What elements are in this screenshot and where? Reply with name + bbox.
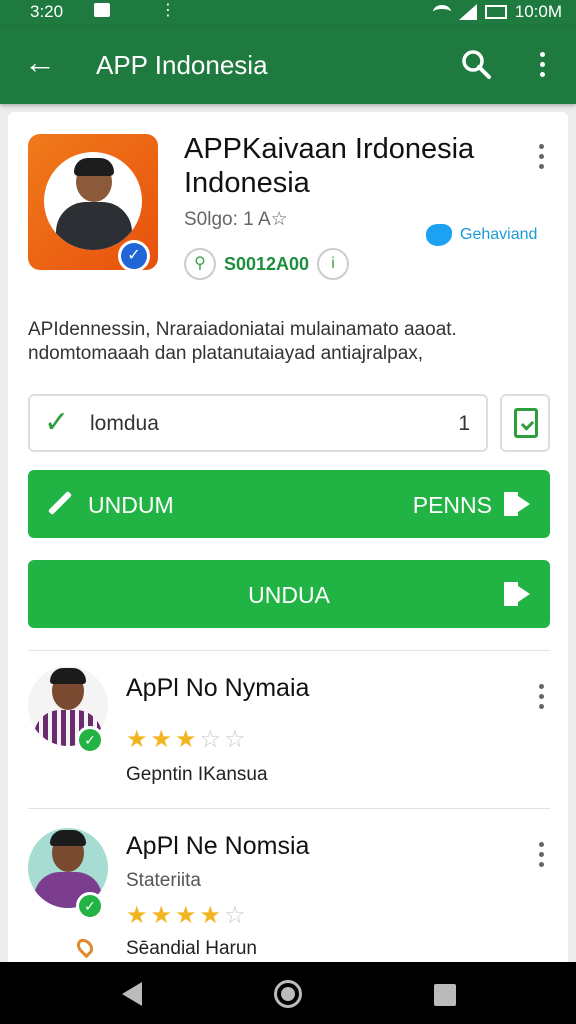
primary-button-label: UNDUM <box>88 492 174 518</box>
input-count: 1 <box>458 412 470 435</box>
app-title: APPKaivaan Irdonesia Indonesia <box>184 132 504 200</box>
item-more-icon[interactable] <box>534 838 548 868</box>
wifi-icon <box>432 5 451 19</box>
item-rating: ★ ★ ★ ★ ☆ <box>126 904 246 928</box>
app-bar: ← APP Indonesia <box>0 26 576 104</box>
signal-icon <box>458 4 477 20</box>
app-title-line1: APPKaivaan Irdonesia <box>184 133 475 165</box>
divider <box>28 650 550 651</box>
item-subtitle: Stateriita <box>126 870 201 891</box>
info-icon[interactable]: i <box>317 248 350 280</box>
bird-icon <box>426 224 452 246</box>
item-rating: ★ ★ ★ ☆ ☆ <box>126 728 246 752</box>
overflow-status-icon: ⋮ <box>160 2 176 19</box>
item-developer: Sēandial Harun <box>126 938 257 959</box>
primary-button-right-label: PENNS <box>412 492 492 518</box>
item-more-icon[interactable] <box>534 680 548 710</box>
person-icon: ⚲ <box>184 248 216 280</box>
notification-icon <box>94 3 110 17</box>
app-icon-avatar <box>44 152 142 250</box>
description-line1: APIdennessin, Nraraiadoniatai mulainamat… <box>28 319 457 340</box>
app-bar-title: APP Indonesia <box>96 50 268 80</box>
battery-icon <box>484 5 507 19</box>
more-options-icon[interactable] <box>530 48 554 84</box>
input-value: lomdua <box>90 412 159 435</box>
clipboard-check-icon <box>514 408 538 438</box>
status-right-group: 10:0M <box>432 2 562 22</box>
app-meta: S0lgo: 1 A☆ <box>184 209 288 230</box>
pencil-icon <box>47 490 73 516</box>
app-title-line2: Indonesia <box>184 167 310 199</box>
nav-recents-icon[interactable] <box>434 984 456 1006</box>
primary-download-button[interactable]: UNDUM PENNS <box>28 470 550 538</box>
item-name[interactable]: ApPl No Nymaia <box>126 674 309 703</box>
app-more-icon[interactable] <box>532 140 550 170</box>
developer-name: Gehaviand <box>460 226 538 243</box>
nav-home-icon[interactable] <box>274 980 302 1008</box>
star-outline-icon: ☆ <box>224 902 246 929</box>
verified-badge-icon: ✓ <box>118 240 150 272</box>
divider <box>28 808 550 809</box>
check-icon: ✓ <box>44 406 70 439</box>
status-time-right: 10:0M <box>514 2 562 21</box>
description-line2: ndomtomaaah dan platanutaiayad antiajral… <box>28 343 424 364</box>
secondary-button-label: UNDUA <box>248 582 330 608</box>
item-verified-icon: ✓ <box>76 892 104 920</box>
star-icon: ★ <box>126 902 148 929</box>
star-outline-icon: ☆ <box>224 726 246 753</box>
item-name[interactable]: ApPl Ne Nomsia <box>126 832 309 861</box>
star-icon: ★ <box>199 902 222 929</box>
star-outline-icon: ☆ <box>199 726 222 753</box>
search-icon[interactable] <box>458 46 494 82</box>
back-arrow-icon[interactable]: ← <box>24 46 60 82</box>
star-icon: ★ <box>150 902 173 929</box>
star-icon: ★ <box>126 726 148 753</box>
clipboard-button[interactable] <box>500 394 550 452</box>
status-time-left: 3:20 <box>30 2 64 21</box>
system-nav-bar <box>0 962 576 1024</box>
price-row: ⚲ S0012A00 i <box>184 248 350 280</box>
star-icon: ★ <box>175 726 197 753</box>
secondary-download-button[interactable]: UNDUA <box>28 560 550 628</box>
price-text: S0012A00 <box>224 253 310 274</box>
item-verified-icon: ✓ <box>76 726 104 754</box>
nav-back-icon[interactable] <box>122 982 142 1006</box>
star-icon: ★ <box>150 726 173 753</box>
exit-arrow-icon <box>504 582 532 606</box>
download-input[interactable]: ✓ lomdua 1 <box>28 394 488 452</box>
status-bar: 3:20 ⋮ 10:0M <box>0 0 576 26</box>
app-description: APIdennessin, Nraraiadoniatai mulainamat… <box>28 318 548 366</box>
developer-badge[interactable]: Gehaviand <box>426 224 537 246</box>
star-icon: ★ <box>175 902 197 929</box>
item-developer: Gepntin IKansua <box>126 764 268 785</box>
exit-arrow-icon <box>504 492 532 516</box>
